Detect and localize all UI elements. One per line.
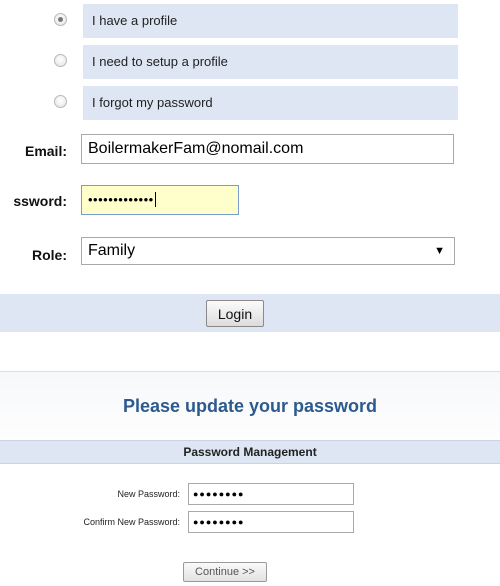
password-mask: ••••••••••••• xyxy=(88,192,154,207)
login-button[interactable]: Login xyxy=(206,300,264,327)
option-label: I have a profile xyxy=(83,4,458,38)
role-selected-value: Family xyxy=(88,242,136,259)
email-field[interactable]: BoilermakerFam@nomail.com xyxy=(81,134,454,164)
password-label: ssword: xyxy=(13,193,67,209)
new-password-field[interactable]: ●●●●●●●● xyxy=(188,483,354,505)
option-have-profile[interactable]: I have a profile xyxy=(0,4,458,38)
confirm-password-field[interactable]: ●●●●●●●● xyxy=(188,511,354,533)
text-caret xyxy=(154,192,156,208)
option-setup-profile[interactable]: I need to setup a profile xyxy=(0,45,458,79)
page: I have a profile I need to setup a profi… xyxy=(0,0,500,586)
radio-forgot-password[interactable] xyxy=(54,95,67,108)
continue-button[interactable]: Continue >> xyxy=(183,562,267,582)
option-forgot-password[interactable]: I forgot my password xyxy=(0,86,458,120)
confirm-password-label: Confirm New Password: xyxy=(83,517,180,527)
role-label: Role: xyxy=(32,247,67,263)
email-value: BoilermakerFam@nomail.com xyxy=(88,140,304,157)
confirm-password-mask: ●●●●●●●● xyxy=(193,517,245,527)
email-label: Email: xyxy=(24,143,67,159)
role-select[interactable]: Family ▼ xyxy=(81,237,455,265)
caret-down-icon: ▼ xyxy=(434,245,445,257)
radio-setup-profile[interactable] xyxy=(54,54,67,67)
option-label: I forgot my password xyxy=(83,86,458,120)
page-title: Please update your password xyxy=(122,396,378,416)
password-field[interactable]: ••••••••••••• xyxy=(81,185,239,215)
section-header: Password Management xyxy=(0,440,500,464)
radio-have-profile[interactable] xyxy=(54,13,67,26)
new-password-label: New Password: xyxy=(117,489,180,499)
option-label: I need to setup a profile xyxy=(83,45,458,79)
new-password-mask: ●●●●●●●● xyxy=(193,489,245,499)
